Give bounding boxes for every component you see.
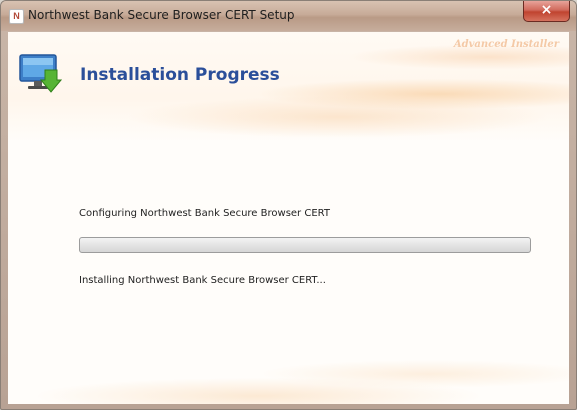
action-text: Installing Northwest Bank Secure Browser… <box>79 275 326 286</box>
setup-window: N Northwest Bank Secure Browser CERT Set… <box>0 0 577 410</box>
close-button[interactable]: × <box>523 1 570 22</box>
title-bar[interactable]: N Northwest Bank Secure Browser CERT Set… <box>1 1 576 31</box>
header-banner: Advanced Installer Installation Progress <box>8 32 569 142</box>
app-icon: N <box>9 9 24 24</box>
brand-text: Advanced Installer <box>453 39 559 50</box>
monitor-download-icon <box>19 54 62 93</box>
window-title: Northwest Bank Secure Browser CERT Setup <box>28 8 295 22</box>
installer-client-area: Advanced Installer Installation Progress… <box>8 32 569 404</box>
page-title: Installation Progress <box>80 65 280 85</box>
progress-bar <box>79 237 531 253</box>
status-text: Configuring Northwest Bank Secure Browse… <box>79 208 330 219</box>
footer-decoration <box>8 334 569 404</box>
